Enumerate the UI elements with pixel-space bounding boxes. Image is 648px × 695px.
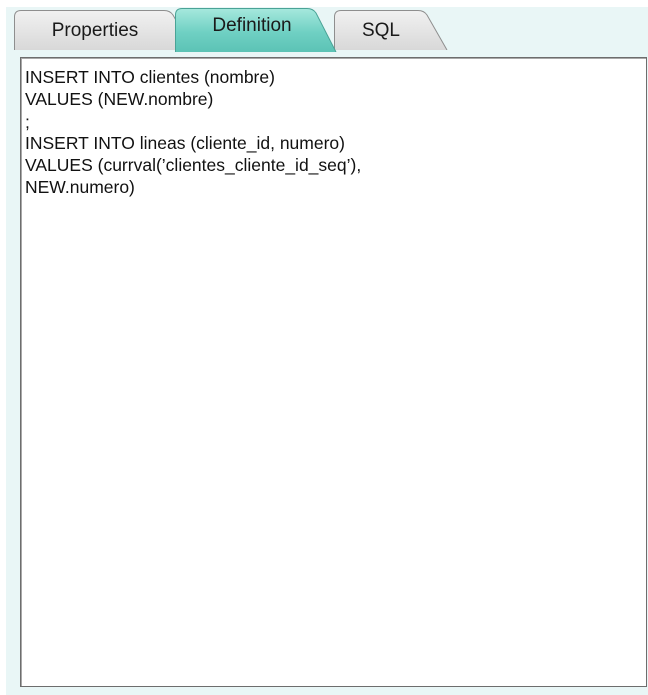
code-line: NEW.numero) xyxy=(25,177,135,197)
tab-sql[interactable]: SQL xyxy=(334,10,448,50)
code-line: INSERT INTO lineas (cliente_id, numero) xyxy=(25,133,345,153)
definition-editor[interactable]: INSERT INTO clientes (nombre) VALUES (NEW… xyxy=(20,57,647,687)
definition-code[interactable]: INSERT INTO clientes (nombre) VALUES (NEW… xyxy=(21,58,646,198)
tab-properties-label: Properties xyxy=(51,20,139,41)
tab-sql-label: SQL xyxy=(361,20,401,41)
code-line: VALUES (NEW.nombre) xyxy=(25,89,214,109)
code-line: VALUES (currval(’clientes_cliente_id_seq… xyxy=(25,155,362,175)
code-line: ; xyxy=(25,112,30,132)
tab-properties[interactable]: Properties xyxy=(14,10,194,50)
tab-definition[interactable]: Definition xyxy=(175,8,337,52)
code-line: INSERT INTO clientes (nombre) xyxy=(25,67,275,87)
tab-definition-label: Definition xyxy=(212,15,292,36)
